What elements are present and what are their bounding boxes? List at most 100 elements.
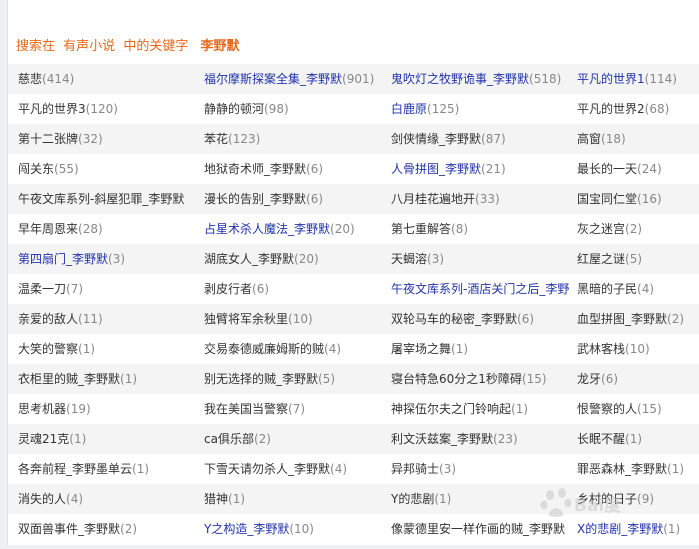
result-item[interactable]: 黑暗的子民(4) bbox=[577, 274, 699, 304]
result-item[interactable]: 灵魂21克(1) bbox=[18, 424, 203, 454]
result-item[interactable]: 衣柜里的贼_李野默(1) bbox=[18, 364, 203, 394]
result-title-link[interactable]: 苯花 bbox=[204, 132, 228, 146]
result-item[interactable]: 人骨拼图_李野默(21) bbox=[391, 154, 576, 184]
result-item[interactable]: 恨警察的人(15) bbox=[577, 394, 699, 424]
result-item[interactable]: 别无选择的贼_李野默(5) bbox=[204, 364, 390, 394]
result-title-link[interactable]: 闯关东 bbox=[18, 162, 54, 176]
result-item[interactable]: 双面兽事件_李野默(2) bbox=[18, 514, 203, 544]
result-title-link[interactable]: 八月桂花遍地开 bbox=[391, 192, 475, 206]
result-item[interactable]: 罪恶森林_李野默(1) bbox=[577, 454, 699, 484]
result-item[interactable]: 异邦骑士(3) bbox=[391, 454, 576, 484]
result-title-link[interactable]: 地狱奇术师_李野默 bbox=[204, 162, 306, 176]
result-title-link[interactable]: 黑暗的子民 bbox=[577, 282, 637, 296]
result-title-link[interactable]: 占星术杀人魔法_李野默 bbox=[204, 222, 330, 236]
result-title-link[interactable]: 白鹿原 bbox=[391, 102, 427, 116]
result-item[interactable]: Y之构造_李野默(10) bbox=[204, 514, 390, 544]
result-item[interactable]: 鬼吹灯之牧野诡事_李野默(518) bbox=[391, 64, 576, 94]
result-title-link[interactable]: 平凡的世界1 bbox=[577, 72, 645, 86]
result-item[interactable]: 平凡的世界3(120) bbox=[18, 94, 203, 124]
result-title-link[interactable]: 人骨拼图_李野默 bbox=[391, 162, 481, 176]
result-item[interactable]: 屠宰场之舞(1) bbox=[391, 334, 576, 364]
result-title-link[interactable]: 消失的人 bbox=[18, 492, 66, 506]
result-title-link[interactable]: 第四扇门_李野默 bbox=[18, 252, 108, 266]
result-item[interactable]: 灰之迷宫(2) bbox=[577, 214, 699, 244]
result-item[interactable]: 剥皮行者(6) bbox=[204, 274, 390, 304]
result-item[interactable]: 双轮马车的秘密_李野默(6) bbox=[391, 304, 576, 334]
result-title-link[interactable]: 衣柜里的贼_李野默 bbox=[18, 372, 120, 386]
result-title-link[interactable]: 神探伍尔夫之门铃响起 bbox=[391, 402, 511, 416]
result-title-link[interactable]: 我在美国当警察 bbox=[204, 402, 288, 416]
result-title-link[interactable]: 第十二张牌 bbox=[18, 132, 78, 146]
result-item[interactable]: 温柔一刀(7) bbox=[18, 274, 203, 304]
result-title-link[interactable]: 恨警察的人 bbox=[577, 402, 637, 416]
result-title-link[interactable]: 屠宰场之舞 bbox=[391, 342, 451, 356]
result-item[interactable]: 龙牙(6) bbox=[577, 364, 699, 394]
result-title-link[interactable]: 静静的顿河 bbox=[204, 102, 264, 116]
result-title-link[interactable]: 灰之迷宫 bbox=[577, 222, 625, 236]
result-item[interactable]: 平凡的世界2(68) bbox=[577, 94, 699, 124]
result-item[interactable]: 苯花(123) bbox=[204, 124, 390, 154]
result-title-link[interactable]: ca俱乐部 bbox=[204, 432, 254, 446]
result-title-link[interactable]: 下雪天请勿杀人_李野默 bbox=[204, 462, 330, 476]
result-item[interactable]: 各奔前程_李野墨单云(1) bbox=[18, 454, 203, 484]
result-item[interactable]: 独臂将军余秋里(10) bbox=[204, 304, 390, 334]
result-title-link[interactable]: 慈悲 bbox=[18, 72, 42, 86]
result-item[interactable]: 武林客栈(10) bbox=[577, 334, 699, 364]
result-item[interactable]: 国宝同仁堂(16) bbox=[577, 184, 699, 214]
result-item[interactable]: 最长的一天(24) bbox=[577, 154, 699, 184]
result-title-link[interactable]: 龙牙 bbox=[577, 372, 601, 386]
result-title-link[interactable]: 早年周恩来 bbox=[18, 222, 78, 236]
result-item[interactable]: 天蝎溶(3) bbox=[391, 244, 576, 274]
result-item[interactable]: 消失的人(4) bbox=[18, 484, 203, 514]
result-title-link[interactable]: 独臂将军余秋里 bbox=[204, 312, 288, 326]
result-title-link[interactable]: 平凡的世界3 bbox=[18, 102, 86, 116]
result-item[interactable]: 静静的顿河(98) bbox=[204, 94, 390, 124]
result-item[interactable]: 下雪天请勿杀人_李野默(4) bbox=[204, 454, 390, 484]
result-item[interactable]: 第四扇门_李野默(3) bbox=[18, 244, 203, 274]
result-title-link[interactable]: 福尔摩斯探案全集_李野默 bbox=[204, 72, 342, 86]
result-item[interactable]: 早年周恩来(28) bbox=[18, 214, 203, 244]
result-item[interactable]: 慈悲(414) bbox=[18, 64, 203, 94]
result-title-link[interactable]: 第七重解答 bbox=[391, 222, 451, 236]
result-item[interactable]: 猎神(1) bbox=[204, 484, 390, 514]
result-item[interactable]: 亲爱的敌人(11) bbox=[18, 304, 203, 334]
result-title-link[interactable]: 武林客栈 bbox=[577, 342, 625, 356]
result-item[interactable]: 利文沃兹案_李野默(23) bbox=[391, 424, 576, 454]
result-title-link[interactable]: 灵魂21克 bbox=[18, 432, 69, 446]
result-title-link[interactable]: 血型拼图_李野默 bbox=[577, 312, 667, 326]
result-item[interactable]: 福尔摩斯探案全集_李野默(901) bbox=[204, 64, 390, 94]
result-title-link[interactable]: 剥皮行者 bbox=[204, 282, 252, 296]
result-title-link[interactable]: Y之构造_李野默 bbox=[204, 522, 289, 536]
result-item[interactable]: 大笑的警察(1) bbox=[18, 334, 203, 364]
result-title-link[interactable]: 红屋之谜 bbox=[577, 252, 625, 266]
result-item[interactable]: 第七重解答(8) bbox=[391, 214, 576, 244]
result-item[interactable]: 第十二张牌(32) bbox=[18, 124, 203, 154]
result-item[interactable]: 漫长的告别_李野默(6) bbox=[204, 184, 390, 214]
result-title-link[interactable]: 高窗 bbox=[577, 132, 601, 146]
result-title-link[interactable]: 寝台特急60分之1秒障碍 bbox=[391, 372, 522, 386]
result-item[interactable]: 八月桂花遍地开(33) bbox=[391, 184, 576, 214]
result-item[interactable]: 地狱奇术师_李野默(6) bbox=[204, 154, 390, 184]
result-title-link[interactable]: 剑侠情缘_李野默 bbox=[391, 132, 481, 146]
result-title-link[interactable]: 异邦骑士 bbox=[391, 462, 439, 476]
result-title-link[interactable]: 漫长的告别_李野默 bbox=[204, 192, 306, 206]
result-item[interactable]: ca俱乐部(2) bbox=[204, 424, 390, 454]
result-title-link[interactable]: 交易泰德威廉姆斯的贼 bbox=[204, 342, 324, 356]
result-title-link[interactable]: 国宝同仁堂 bbox=[577, 192, 637, 206]
result-title-link[interactable]: 各奔前程_李野墨单云 bbox=[18, 462, 132, 476]
result-title-link[interactable]: 鬼吹灯之牧野诡事_李野默 bbox=[391, 72, 529, 86]
result-title-link[interactable]: 天蝎溶 bbox=[391, 252, 427, 266]
result-item[interactable]: 神探伍尔夫之门铃响起(1) bbox=[391, 394, 576, 424]
result-title-link[interactable]: 猎神 bbox=[204, 492, 228, 506]
header-category-link[interactable]: 有声小说 bbox=[63, 39, 115, 54]
result-title-link[interactable]: 午夜文库系列-酒店关门之后_李野 bbox=[391, 282, 569, 296]
result-title-link[interactable]: 最长的一天 bbox=[577, 162, 637, 176]
result-item[interactable]: 我在美国当警察(7) bbox=[204, 394, 390, 424]
result-title-link[interactable]: 午夜文库系列-斜屋犯罪_李野默 bbox=[18, 192, 184, 206]
result-item[interactable]: 平凡的世界1(114) bbox=[577, 64, 699, 94]
result-title-link[interactable]: 双面兽事件_李野默 bbox=[18, 522, 120, 536]
result-title-link[interactable]: 利文沃兹案_李野默 bbox=[391, 432, 493, 446]
result-title-link[interactable]: 湖底女人_李野默 bbox=[204, 252, 294, 266]
result-item[interactable]: 红屋之谜(5) bbox=[577, 244, 699, 274]
result-item[interactable]: 白鹿原(125) bbox=[391, 94, 576, 124]
